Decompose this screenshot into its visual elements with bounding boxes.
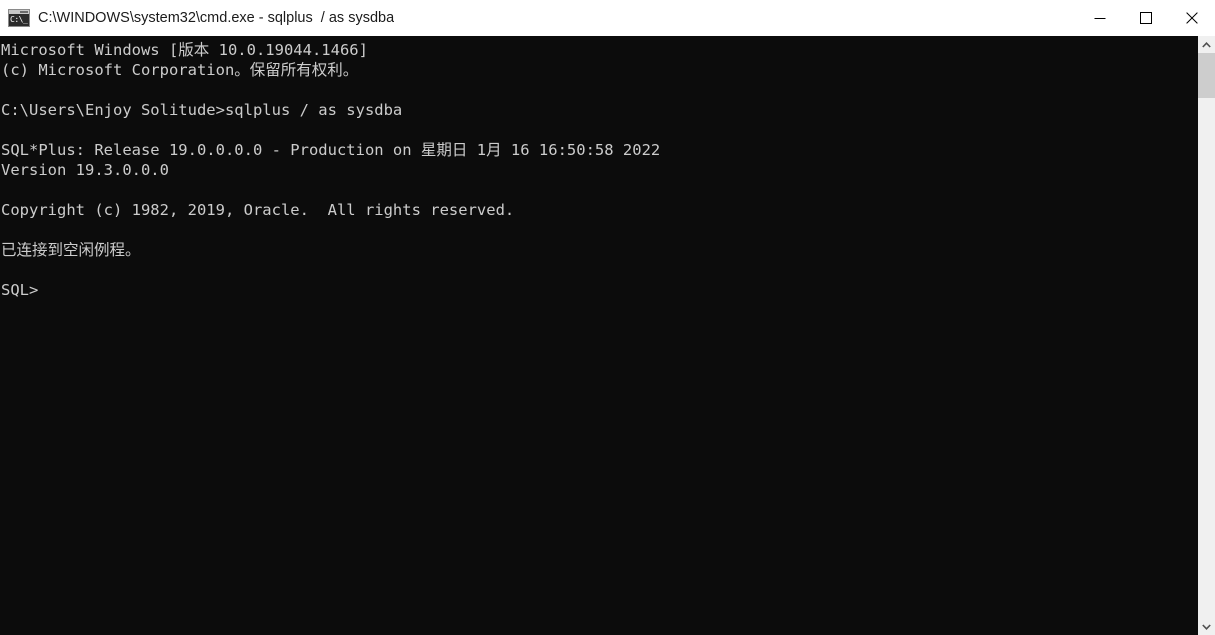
- window-title: C:\WINDOWS\system32\cmd.exe - sqlplus / …: [38, 10, 395, 26]
- console-line: (c) Microsoft Corporation。保留所有权利。: [1, 61, 359, 79]
- maximize-icon: [1140, 12, 1152, 24]
- maximize-button[interactable]: [1123, 0, 1169, 36]
- cmd-console-icon: C:\_: [8, 9, 30, 27]
- console-area: Microsoft Windows [版本 10.0.19044.1466] (…: [0, 36, 1215, 635]
- console-line: 已连接到空闲例程。: [1, 241, 141, 259]
- scroll-up-button[interactable]: [1198, 36, 1215, 53]
- title-bar-left: C:\_ C:\WINDOWS\system32\cmd.exe - sqlpl…: [0, 0, 1077, 36]
- console-output[interactable]: Microsoft Windows [版本 10.0.19044.1466] (…: [0, 36, 1198, 635]
- console-line: C:\Users\Enjoy Solitude>sqlplus / as sys…: [1, 101, 403, 119]
- title-bar[interactable]: C:\_ C:\WINDOWS\system32\cmd.exe - sqlpl…: [0, 0, 1215, 36]
- console-line: Copyright (c) 1982, 2019, Oracle. All ri…: [1, 201, 515, 219]
- console-line: Version 19.3.0.0.0: [1, 161, 169, 179]
- window-controls: [1077, 0, 1215, 36]
- scrollbar-thumb[interactable]: [1198, 53, 1215, 98]
- console-line: Microsoft Windows [版本 10.0.19044.1466]: [1, 41, 368, 59]
- close-icon: [1186, 12, 1198, 24]
- scrollbar-track[interactable]: [1198, 53, 1215, 618]
- chevron-up-icon: [1202, 41, 1211, 48]
- vertical-scrollbar[interactable]: [1198, 36, 1215, 635]
- cmd-icon-glyph: C:\_: [10, 15, 28, 24]
- minimize-icon: [1094, 18, 1106, 19]
- close-button[interactable]: [1169, 0, 1215, 36]
- scroll-down-button[interactable]: [1198, 618, 1215, 635]
- chevron-down-icon: [1202, 623, 1211, 630]
- console-line: SQL*Plus: Release 19.0.0.0.0 - Productio…: [1, 141, 661, 159]
- minimize-button[interactable]: [1077, 0, 1123, 36]
- cmd-window: C:\_ C:\WINDOWS\system32\cmd.exe - sqlpl…: [0, 0, 1215, 635]
- console-prompt-line: SQL>: [1, 281, 39, 299]
